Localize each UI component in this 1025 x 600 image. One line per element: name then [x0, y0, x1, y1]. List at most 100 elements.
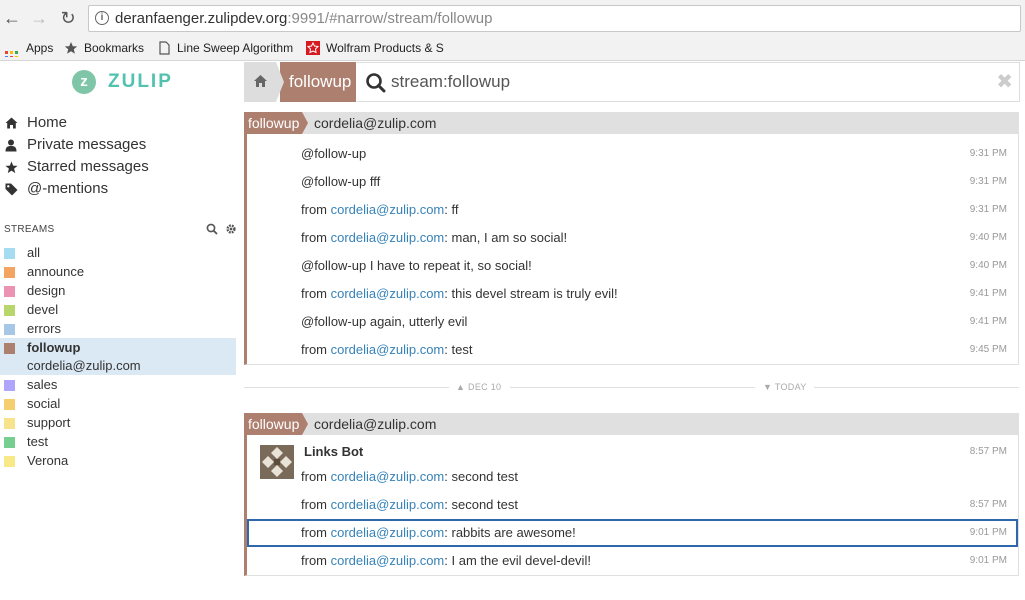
message-row[interactable]: from cordelia@zulip.com: test 9:45 PM: [247, 336, 1018, 364]
email-link[interactable]: cordelia@zulip.com: [331, 342, 445, 357]
email-link[interactable]: cordelia@zulip.com: [331, 202, 445, 217]
message-time: 9:01 PM: [969, 555, 1007, 566]
message-row[interactable]: from cordelia@zulip.com: this devel stre…: [247, 280, 1018, 308]
recipient-topic-label[interactable]: cordelia@zulip.com: [314, 112, 436, 134]
message-row[interactable]: @follow-up fff 9:31 PM: [247, 168, 1018, 196]
zulip-logo-icon: z: [72, 70, 96, 94]
message-content: from cordelia@zulip.com: second test: [301, 497, 518, 512]
message-row[interactable]: @follow-up again, utterly evil 9:41 PM: [247, 308, 1018, 336]
email-link[interactable]: cordelia@zulip.com: [331, 525, 445, 540]
message-sender-row: Links Bot 8:57 PM: [247, 439, 1018, 463]
stream-item-sales[interactable]: sales: [0, 375, 240, 394]
star-icon: [64, 41, 78, 55]
message-text: from: [301, 525, 331, 540]
date-separator-right: ▼ TODAY: [763, 382, 807, 392]
message-row[interactable]: from cordelia@zulip.com: second test: [247, 463, 1018, 491]
gear-icon[interactable]: [225, 223, 237, 235]
nav-item-home[interactable]: Home: [0, 112, 240, 134]
stream-item-errors[interactable]: errors: [0, 319, 240, 338]
nav-item-mentions[interactable]: @-mentions: [0, 178, 240, 200]
message-row[interactable]: from cordelia@zulip.com: man, I am so so…: [247, 224, 1018, 252]
message-row-selected[interactable]: from cordelia@zulip.com: rabbits are awe…: [247, 519, 1018, 547]
bookmark-wolfram-label: Wolfram Products & S: [326, 41, 444, 55]
email-link[interactable]: cordelia@zulip.com: [331, 286, 445, 301]
bookmark-bookmarks[interactable]: Bookmarks: [64, 40, 144, 57]
recipient-stream-label[interactable]: followup: [244, 413, 308, 435]
message-content: from cordelia@zulip.com: rabbits are awe…: [301, 525, 576, 540]
message-text: : rabbits are awesome!: [444, 525, 576, 540]
recipient-topic-label[interactable]: cordelia@zulip.com: [314, 413, 436, 435]
sender-name[interactable]: Links Bot: [304, 444, 363, 459]
home-button[interactable]: [244, 62, 276, 102]
message-row[interactable]: @follow-up I have to repeat it, so socia…: [247, 252, 1018, 280]
stream-item-announce[interactable]: announce: [0, 262, 240, 281]
stream-name: support: [27, 415, 71, 430]
home-icon: [253, 75, 267, 87]
message-text: from: [301, 286, 331, 301]
forward-arrow-icon[interactable]: →: [29, 8, 49, 28]
message-row[interactable]: @follow-up 9:31 PM: [247, 140, 1018, 168]
message-text: from: [301, 202, 331, 217]
search-bar[interactable]: stream:followup ✖: [357, 62, 1020, 102]
streams-header: STREAMS: [4, 224, 55, 235]
message-time: 9:31 PM: [969, 148, 1007, 159]
message-time: 8:57 PM: [969, 499, 1007, 510]
bookmark-wolfram[interactable]: Wolfram Products & S: [306, 40, 444, 57]
email-link[interactable]: cordelia@zulip.com: [331, 469, 445, 484]
recipient-bar: followup cordelia@zulip.com: [244, 112, 1019, 134]
bookmark-line-sweep[interactable]: Line Sweep Algorithm: [157, 40, 295, 57]
message-row[interactable]: from cordelia@zulip.com: ff 9:31 PM: [247, 196, 1018, 224]
back-arrow-icon[interactable]: ←: [2, 8, 22, 28]
recipient-stream-label[interactable]: followup: [244, 112, 308, 134]
message-text: @follow-up: [301, 146, 367, 161]
message-time: 9:41 PM: [969, 288, 1007, 299]
stream-item-all[interactable]: all: [0, 243, 240, 262]
nav-item-label: Private messages: [27, 136, 147, 153]
stream-name: design: [27, 283, 66, 298]
message-time: 9:41 PM: [969, 316, 1007, 327]
address-bar[interactable]: i deranfaenger.zulipdev.org:9991/#narrow…: [88, 5, 1021, 32]
message-row[interactable]: from cordelia@zulip.com: second test 8:57…: [247, 491, 1018, 519]
stream-name: Verona: [27, 453, 69, 468]
bookmark-apps[interactable]: Apps: [5, 40, 53, 57]
bookmark-apps-label: Apps: [26, 41, 54, 55]
streams-tools: [206, 222, 237, 240]
stream-color-swatch: [4, 248, 15, 259]
stream-item-devel[interactable]: devel: [0, 300, 240, 319]
info-icon[interactable]: i: [95, 11, 109, 25]
narrow-stream-tab[interactable]: followup: [276, 62, 356, 102]
stream-color-swatch: [4, 380, 15, 391]
search-input[interactable]: stream:followup: [391, 63, 510, 101]
search-icon[interactable]: [206, 223, 218, 235]
email-link[interactable]: cordelia@zulip.com: [331, 497, 445, 512]
date-separator-left: ▲ DEC 10: [456, 382, 502, 392]
close-icon[interactable]: ✖: [996, 71, 1013, 93]
date-label-left: DEC 10: [468, 382, 502, 392]
message-text: from: [301, 469, 331, 484]
message-content: @follow-up I have to repeat it, so socia…: [301, 258, 532, 273]
stream-item-test[interactable]: test: [0, 432, 240, 451]
message-text: : man, I am so social!: [444, 230, 568, 245]
stream-item-support[interactable]: support: [0, 413, 240, 432]
stream-item-followup[interactable]: followup: [0, 338, 236, 357]
message-content: @follow-up again, utterly evil: [301, 314, 467, 329]
message-group: @follow-up 9:31 PM @follow-up fff 9:31 PM …: [244, 134, 1019, 365]
message-text: from: [301, 230, 331, 245]
email-link[interactable]: cordelia@zulip.com: [331, 553, 445, 568]
stream-item-verona[interactable]: Verona: [0, 451, 240, 470]
message-text: from: [301, 342, 331, 357]
stream-item-design[interactable]: design: [0, 281, 240, 300]
page-icon: [157, 41, 171, 55]
topic-item-active[interactable]: cordelia@zulip.com: [0, 357, 236, 375]
reload-icon[interactable]: ↻: [58, 8, 78, 28]
bookmark-line-sweep-label: Line Sweep Algorithm: [177, 41, 294, 55]
stream-name: all: [27, 245, 41, 260]
message-time: 8:57 PM: [969, 446, 1007, 457]
nav-item-starred-messages[interactable]: Starred messages: [0, 156, 240, 178]
message-row[interactable]: from cordelia@zulip.com: I am the evil d…: [247, 547, 1018, 575]
email-link[interactable]: cordelia@zulip.com: [331, 230, 445, 245]
nav-item-private-messages[interactable]: Private messages: [0, 134, 240, 156]
stream-item-social[interactable]: social: [0, 394, 240, 413]
message-text: : ff: [444, 202, 459, 217]
message-text: : test: [444, 342, 473, 357]
